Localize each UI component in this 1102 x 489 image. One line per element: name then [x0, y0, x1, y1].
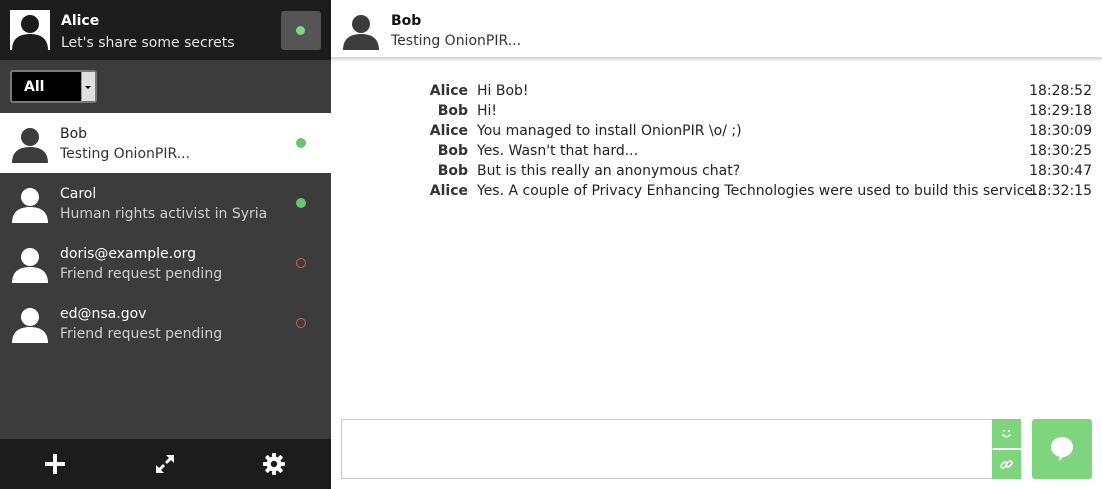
message-row: Alice Hi Bob! 18:28:52 — [331, 81, 1102, 101]
pending-status-icon — [296, 258, 306, 268]
filter-selected-value: All — [24, 79, 45, 95]
contact-status: Friend request pending — [60, 266, 223, 282]
message-text: You managed to install OnionPIR \o/ ;) — [477, 123, 742, 139]
contact-filter-select[interactable]: All — [10, 70, 97, 103]
profile-header: Alice Let's share some secrets — [0, 0, 331, 60]
profile-name: Alice — [61, 13, 100, 29]
avatar[interactable] — [10, 10, 50, 50]
chevron-down-icon[interactable] — [81, 72, 95, 101]
message-text: Yes. A couple of Privacy Enhancing Techn… — [477, 183, 1047, 199]
message-row: Alice You managed to install OnionPIR \o/… — [331, 121, 1102, 141]
message-row: Bob But is this really an anonymous chat?… — [331, 161, 1102, 181]
attach-button[interactable] — [992, 450, 1021, 479]
chat-contact-name: Bob — [391, 13, 422, 29]
message-row: Bob Yes. Wasn't that hard... 18:30:25 — [331, 141, 1102, 161]
message-author: Bob — [437, 103, 468, 119]
message-text: Yes. Wasn't that hard... — [477, 143, 639, 159]
message-row: Bob Hi! 18:29:18 — [331, 101, 1102, 121]
message-text: Hi! — [477, 103, 498, 119]
contact-item[interactable]: Carol Human rights activist in Syria — [0, 173, 331, 233]
send-icon — [1051, 437, 1073, 461]
contact-list: Bob Testing OnionPIR... Carol Human rights … — [0, 113, 331, 353]
message-time: 18:29:18 — [1029, 103, 1092, 119]
user-silhouette-icon — [12, 188, 48, 223]
contact-status: Friend request pending — [60, 326, 223, 342]
avatar[interactable] — [341, 10, 381, 50]
online-status-icon — [296, 138, 306, 148]
user-silhouette-icon — [12, 248, 48, 283]
message-time: 18:30:25 — [1029, 143, 1092, 159]
chat-contact-status: Testing OnionPIR... — [391, 33, 522, 49]
attach-icon — [1000, 460, 1013, 469]
avatar — [10, 123, 50, 163]
profile-status[interactable]: Let's share some secrets — [61, 35, 235, 51]
sidebar: Alice Let's share some secrets All Bob Te… — [0, 0, 331, 489]
message-time: 18:30:09 — [1029, 123, 1092, 139]
presence-button[interactable] — [281, 11, 321, 50]
add-contact-button[interactable] — [0, 439, 110, 489]
message-text: But is this really an anonymous chat? — [477, 163, 741, 179]
message-author: Alice — [429, 123, 468, 139]
message-time: 18:32:15 — [1029, 183, 1092, 199]
contact-name: ed@nsa.gov — [60, 306, 147, 322]
message-author: Bob — [437, 143, 468, 159]
avatar — [10, 303, 50, 343]
contact-status: Testing OnionPIR... — [60, 146, 191, 162]
online-status-icon — [296, 198, 306, 208]
sidebar-toolbar — [0, 439, 331, 489]
emoji-icon — [1001, 429, 1012, 438]
online-status-icon — [296, 26, 305, 35]
pending-status-icon — [296, 318, 306, 328]
message-author: Bob — [437, 163, 468, 179]
contact-name: Bob — [60, 126, 88, 142]
settings-icon — [263, 453, 285, 475]
message-time: 18:30:47 — [1029, 163, 1092, 179]
message-author: Alice — [429, 83, 468, 99]
message-time: 18:28:52 — [1029, 83, 1092, 99]
message-input[interactable] — [341, 419, 993, 479]
settings-button[interactable] — [219, 439, 329, 489]
contact-item[interactable]: doris@example.org Friend request pending — [0, 233, 331, 293]
contact-name: Carol — [60, 186, 97, 202]
message-author: Alice — [429, 183, 468, 199]
avatar — [10, 243, 50, 283]
chat-header: Bob Testing OnionPIR... — [331, 0, 1102, 59]
add-contact-icon — [45, 454, 65, 474]
user-silhouette-icon — [343, 15, 379, 50]
contact-status: Human rights activist in Syria — [60, 206, 268, 222]
sync-button[interactable] — [110, 439, 220, 489]
message-text: Hi Bob! — [477, 83, 529, 99]
sync-icon — [156, 455, 174, 473]
emoji-button[interactable] — [992, 419, 1021, 448]
message-row: Alice Yes. A couple of Privacy Enhancing … — [331, 181, 1102, 201]
user-silhouette-icon — [12, 128, 48, 163]
message-list: Alice Hi Bob! 18:28:52 Bob Hi! 18:29:18 Alice Y… — [331, 81, 1102, 201]
contact-item[interactable]: ed@nsa.gov Friend request pending — [0, 293, 331, 353]
avatar — [10, 183, 50, 223]
user-silhouette-icon — [12, 308, 48, 343]
contact-item[interactable]: Bob Testing OnionPIR... — [0, 113, 331, 173]
send-button[interactable] — [1032, 419, 1092, 479]
user-silhouette-icon — [12, 15, 48, 50]
contact-name: doris@example.org — [60, 246, 197, 262]
